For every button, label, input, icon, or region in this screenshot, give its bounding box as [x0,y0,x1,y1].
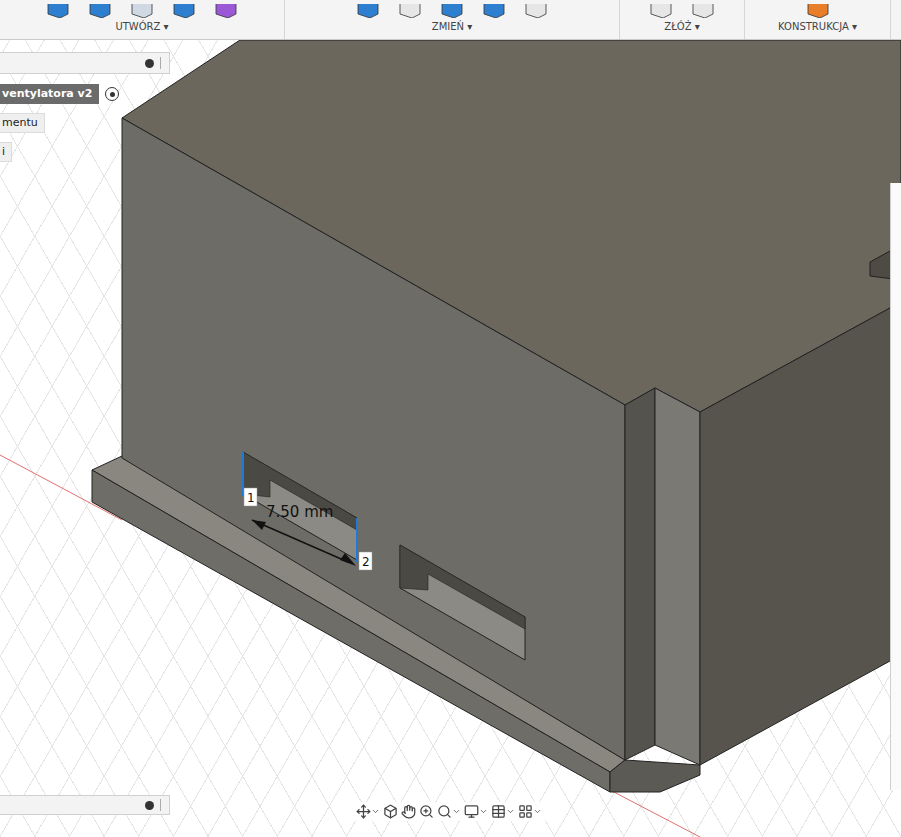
browser-item[interactable]: mentu [0,113,45,133]
toolbar-group-label[interactable]: ZMIEŃ ▾ [432,18,472,32]
tool-icon[interactable] [172,4,196,18]
tool-icons [649,0,715,18]
tool-icon[interactable] [806,4,830,18]
point-label: 1 [247,491,255,505]
browser-row: i [0,142,170,162]
comments-panel[interactable] [0,795,170,815]
toolbar-group-label[interactable]: KONSTRUKCJA ▾ [778,18,857,32]
tool-icons [806,0,830,18]
browser-item[interactable]: i [0,142,12,162]
orbit-button[interactable] [356,804,380,819]
tool-icon[interactable] [88,4,112,18]
toolbar-group[interactable]: UTWÓRZ ▾ [0,0,285,39]
browser-list: ventylatora v2 mentu i [0,84,170,162]
browser-item[interactable]: ventylatora v2 [0,84,99,104]
dimension-value[interactable]: 7.50 mm [266,503,333,521]
x-axis [610,790,700,837]
grid-button[interactable] [491,804,515,819]
model-view[interactable]: 7.50 mm 1 2 [0,40,901,837]
pan-button[interactable] [401,804,416,819]
tool-icons [356,0,548,18]
side-panel[interactable] [890,183,901,790]
toolbar: UTWÓRZ ▾ ZMIEŃ ▾ ZŁÓŻ ▾ KONSTRUKCJA ▾ [0,0,901,40]
viewport[interactable]: 7.50 mm 1 2 ventylatora v2 mentu i [0,40,901,837]
toolbar-group-label[interactable]: UTWÓRZ ▾ [115,18,168,32]
viewports-button[interactable] [518,804,542,819]
tool-icon[interactable] [214,4,238,18]
navigation-bar [350,802,548,821]
display-icon[interactable] [464,804,479,819]
tool-icon[interactable] [398,4,422,18]
tool-icon[interactable] [649,4,673,18]
divider [160,799,161,811]
tool-icon[interactable] [524,4,548,18]
grid-icon[interactable] [491,804,506,819]
pan-icon[interactable] [401,804,416,819]
dimension[interactable]: 7.50 mm 1 2 [243,452,372,570]
orbit-icon[interactable] [356,804,371,819]
tool-icon[interactable] [356,4,380,18]
browser-header[interactable] [0,52,170,74]
app-window: UTWÓRZ ▾ ZMIEŃ ▾ ZŁÓŻ ▾ KONSTRUKCJA ▾ 7.50 m… [0,0,901,837]
tool-icon[interactable] [130,4,154,18]
viewports-icon[interactable] [518,804,533,819]
fit-button[interactable] [437,804,461,819]
collapse-icon[interactable] [145,59,154,68]
zoom-button[interactable] [419,804,434,819]
tool-icon[interactable] [440,4,464,18]
toolbar-group-label[interactable]: ZŁÓŻ ▾ [664,18,699,32]
tool-icons [46,0,238,18]
browser-row: mentu [0,113,170,133]
divider [160,57,161,69]
point-label: 2 [362,555,370,569]
display-button[interactable] [464,804,488,819]
toolbar-group[interactable]: ZMIEŃ ▾ [285,0,620,39]
zoom-icon[interactable] [419,804,434,819]
point-marker[interactable] [359,552,372,570]
box-model[interactable] [92,40,901,792]
expand-icon[interactable] [145,801,154,810]
look-at-button[interactable] [383,804,398,819]
arrow-icon [340,553,356,566]
point-marker[interactable] [244,488,257,506]
arrow-icon [252,520,266,530]
toolbar-group[interactable]: ZŁÓŻ ▾ [620,0,745,39]
tool-icon[interactable] [482,4,506,18]
fit-icon[interactable] [437,804,452,819]
tool-icon[interactable] [691,4,715,18]
browser-panel: ventylatora v2 mentu i [0,52,170,162]
active-radio-icon[interactable] [105,87,119,101]
look-at-icon[interactable] [383,804,398,819]
browser-row: ventylatora v2 [0,84,170,104]
toolbar-group[interactable]: KONSTRUKCJA ▾ [745,0,891,39]
tool-icon[interactable] [46,4,70,18]
